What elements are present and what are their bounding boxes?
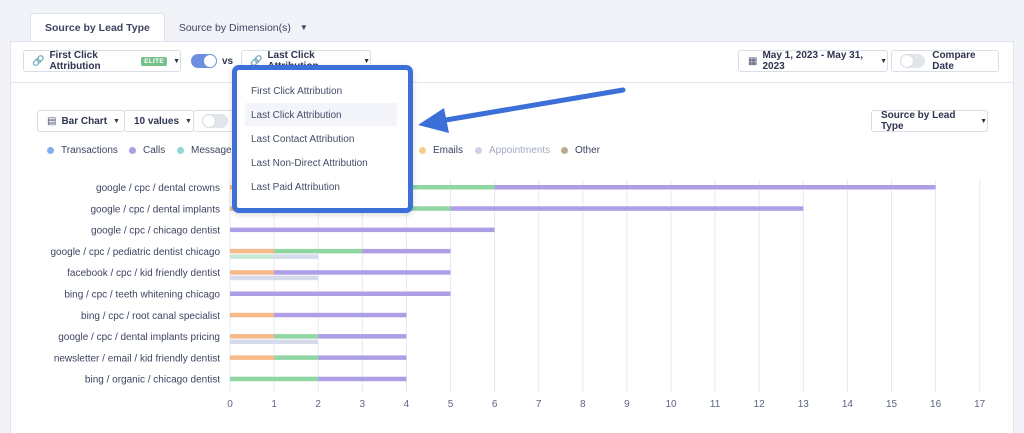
arrow-head xyxy=(418,108,449,133)
arrow-shaft xyxy=(437,87,626,124)
annotation-arrow xyxy=(418,87,626,133)
